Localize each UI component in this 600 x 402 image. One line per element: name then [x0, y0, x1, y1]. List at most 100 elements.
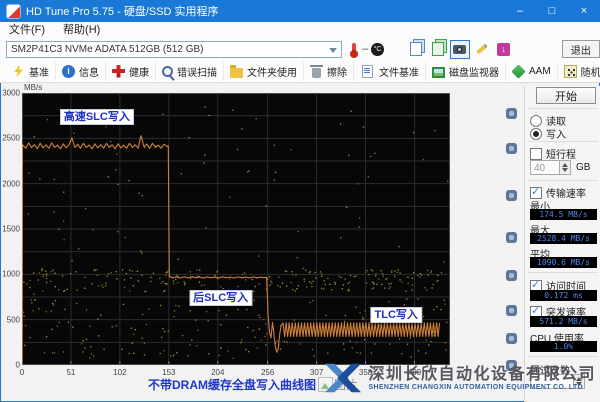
toolbar-item-label: 文件夹使用 — [247, 64, 297, 79]
plot-area — [22, 93, 450, 365]
toolbar: 基准信息健康错误扫描文件夹使用擦除文件基准磁盘监视器AAM随机访问额外测试 — [0, 60, 600, 83]
divider — [528, 141, 598, 142]
side-strip-icon — [506, 190, 517, 201]
folder-usage-icon — [230, 68, 243, 78]
minimize-button[interactable]: – — [504, 0, 536, 22]
y-tick-label: 1000 — [2, 270, 20, 279]
app-icon — [7, 5, 20, 18]
aam-icon — [511, 64, 525, 78]
close-button[interactable]: × — [568, 0, 600, 22]
toolbar-file-benchmark[interactable]: 文件基准 — [354, 62, 426, 81]
title-bar: HD Tune Pro 5.75 - 硬盘/SSD 实用程序 – □ × — [0, 0, 600, 22]
checkbox-short-stroke[interactable] — [530, 148, 542, 160]
toolbar-item-label: 磁盘监视器 — [449, 64, 499, 79]
toolbar-info[interactable]: 信息 — [56, 62, 106, 81]
toolbar-folder-usage[interactable]: 文件夹使用 — [224, 62, 304, 81]
drive-bar: SM2P41C3 NVMe ADATA 512GB (512 GB) – °C … — [0, 38, 600, 61]
maximize-button[interactable]: □ — [536, 0, 568, 22]
erase-icon — [312, 68, 321, 78]
disk-monitor-icon — [432, 67, 445, 78]
toolbar-item-label: 基准 — [29, 64, 49, 79]
write-label: 写入 — [546, 126, 566, 141]
screenshot-button[interactable] — [450, 40, 470, 59]
side-strip-icon — [506, 333, 517, 344]
toolbar-health[interactable]: 健康 — [106, 62, 156, 81]
short-stroke-label: 短行程 — [546, 146, 576, 161]
health-icon — [112, 65, 125, 78]
toolbar-aam[interactable]: AAM — [506, 62, 558, 81]
mode-write-option[interactable]: 写入 — [530, 126, 597, 141]
exit-button[interactable]: 退出 — [562, 40, 600, 58]
radio-write[interactable] — [530, 128, 542, 140]
side-strip-icon — [506, 305, 517, 316]
radio-read[interactable] — [530, 115, 542, 127]
x-tick-label: 0 — [20, 368, 24, 377]
save-button[interactable]: ↓ — [494, 40, 514, 59]
menu-bar: 文件(F) 帮助(H) — [0, 22, 600, 39]
short-stroke-size: 40 GB — [530, 160, 597, 175]
logo-x-mark — [324, 359, 362, 397]
y-tick-label: 2500 — [2, 134, 20, 143]
benchmark-chart: MB/s 05001000150020002500300005110215320… — [0, 86, 470, 386]
side-strip-icon — [506, 143, 517, 154]
checkbox-transfer-rate[interactable] — [530, 187, 542, 199]
toolbar-benchmark[interactable]: 基准 — [6, 62, 56, 81]
results-panel: 开始 读取 写入 短行程 40 GB 传输速率 最小 174.5 MB/s 最大… — [524, 86, 600, 402]
company-name-en: SHENZHEN CHANGXIN AUTOMATION EQUIPMENT C… — [368, 384, 596, 391]
y-tick-label: 3000 — [2, 89, 20, 98]
divider — [528, 108, 598, 109]
copy-icon — [410, 42, 422, 56]
hdtune-window: HD Tune Pro 5.75 - 硬盘/SSD 实用程序 – □ × 文件(… — [0, 0, 600, 402]
toolbar-random-access[interactable]: 随机访问 — [558, 62, 600, 81]
download-icon: ↓ — [497, 43, 510, 56]
side-strip-icon — [506, 270, 517, 281]
toolbar-item-label: 信息 — [79, 64, 99, 79]
y-tick-label: 500 — [7, 315, 20, 324]
x-tick-label: 102 — [113, 368, 126, 377]
spin-up-icon — [562, 163, 568, 167]
max-value: 2528.4 MB/s — [530, 233, 597, 244]
toolbar-erase[interactable]: 擦除 — [304, 62, 354, 81]
menu-help[interactable]: 帮助(H) — [54, 22, 109, 38]
company-logo: 深圳长欣自动化设备有限公司 SHENZHEN CHANGXIN AUTOMATI… — [324, 359, 596, 397]
short-stroke-value[interactable]: 40 — [530, 160, 560, 175]
chart-annotation: 后SLC写入 — [190, 291, 251, 305]
toolbar-item-label: 错误扫描 — [177, 64, 217, 79]
chart-annotation: TLC写入 — [372, 308, 421, 322]
start-button[interactable]: 开始 — [536, 87, 596, 104]
copy-button[interactable] — [406, 40, 426, 59]
error-scan-icon — [162, 66, 173, 77]
toolbar-disk-monitor[interactable]: 磁盘监视器 — [426, 62, 506, 81]
menu-file[interactable]: 文件(F) — [0, 22, 54, 38]
burst-rate-value: 571.2 MB/s — [530, 316, 597, 327]
copy-image-button[interactable] — [428, 40, 448, 59]
chevron-down-icon — [329, 48, 337, 53]
y-axis-unit-label: MB/s — [24, 83, 42, 92]
plot-svg — [22, 93, 450, 365]
spin-down-icon — [562, 168, 568, 172]
divider — [528, 356, 598, 357]
short-stroke-option[interactable]: 短行程 — [530, 146, 597, 161]
edit-button[interactable] — [472, 40, 492, 59]
random-access-icon — [564, 65, 577, 78]
toolbar-item-label: 文件基准 — [379, 64, 419, 79]
toolbar-item-label: 擦除 — [327, 64, 347, 79]
min-value: 174.5 MB/s — [530, 209, 597, 220]
short-stroke-stepper[interactable] — [560, 160, 571, 175]
camera-icon — [453, 45, 466, 54]
cpu-usage-value: 1.0% — [530, 341, 597, 352]
company-name-cn: 深圳长欣自动化设备有限公司 — [368, 365, 596, 384]
temperature-value: – — [362, 43, 368, 55]
info-icon — [62, 65, 75, 78]
benchmark-icon — [12, 65, 25, 78]
window-title: HD Tune Pro 5.75 - 硬盘/SSD 实用程序 — [26, 3, 504, 19]
divider — [528, 180, 598, 181]
drive-select-value: SM2P41C3 NVMe ADATA 512GB (512 GB) — [11, 44, 204, 55]
copy-image-icon — [432, 42, 444, 56]
toolbar-item-label: 随机访问 — [581, 64, 600, 79]
short-stroke-unit: GB — [576, 162, 590, 173]
y-tick-label: 2000 — [2, 179, 20, 188]
drive-select[interactable]: SM2P41C3 NVMe ADATA 512GB (512 GB) — [6, 41, 342, 58]
toolbar-item-label: 健康 — [129, 64, 149, 79]
toolbar-error-scan[interactable]: 错误扫描 — [156, 62, 224, 81]
